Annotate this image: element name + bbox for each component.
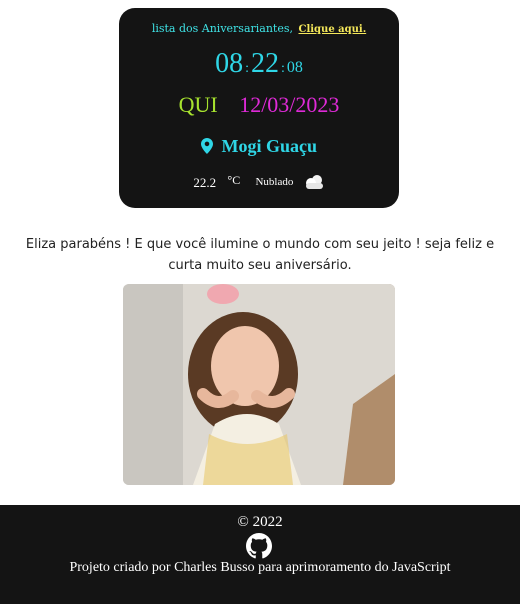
map-pin-icon — [200, 136, 222, 156]
clock-minutes: 22 — [251, 48, 279, 79]
birthday-list-line: lista dos Aniversariantes, Clique aqui. — [119, 22, 399, 35]
weather-row: 22.2 °C Nublado — [119, 173, 399, 191]
github-icon[interactable] — [246, 533, 272, 559]
city-location: Mogi Guaçu — [119, 136, 399, 157]
weekday: QUI — [178, 92, 218, 117]
clock-separator: : — [245, 61, 249, 76]
page-footer: © 2022 Projeto criado por Charles Busso … — [0, 505, 520, 604]
birthday-photo — [123, 284, 395, 485]
clock-hours: 08 — [215, 48, 244, 79]
footer-credit: Projeto criado por Charles Busso para ap… — [69, 560, 451, 575]
cloudy-icon — [303, 175, 325, 190]
clock-separator: : — [281, 61, 285, 76]
clock-seconds: 08 — [286, 59, 303, 76]
temperature-unit: °C — [227, 173, 241, 187]
birthday-list-text: lista dos Aniversariantes, — [151, 22, 293, 35]
birthday-list-link[interactable]: Clique aqui. — [299, 24, 367, 35]
temperature: 22.2 — [193, 175, 217, 190]
date-row: QUI 12/03/2023 — [119, 92, 399, 118]
city-name: Mogi Guaçu — [221, 136, 317, 156]
birthday-message: Eliza parabéns ! E que você ilumine o mu… — [25, 237, 495, 273]
weather-condition: Nublado — [255, 176, 294, 188]
footer-copyright: © 2022 — [237, 514, 283, 530]
clock-time: 08:22:08 — [119, 48, 399, 80]
clock-card: lista dos Aniversariantes, Clique aqui. … — [119, 8, 399, 208]
current-date: 12/03/2023 — [239, 92, 340, 117]
